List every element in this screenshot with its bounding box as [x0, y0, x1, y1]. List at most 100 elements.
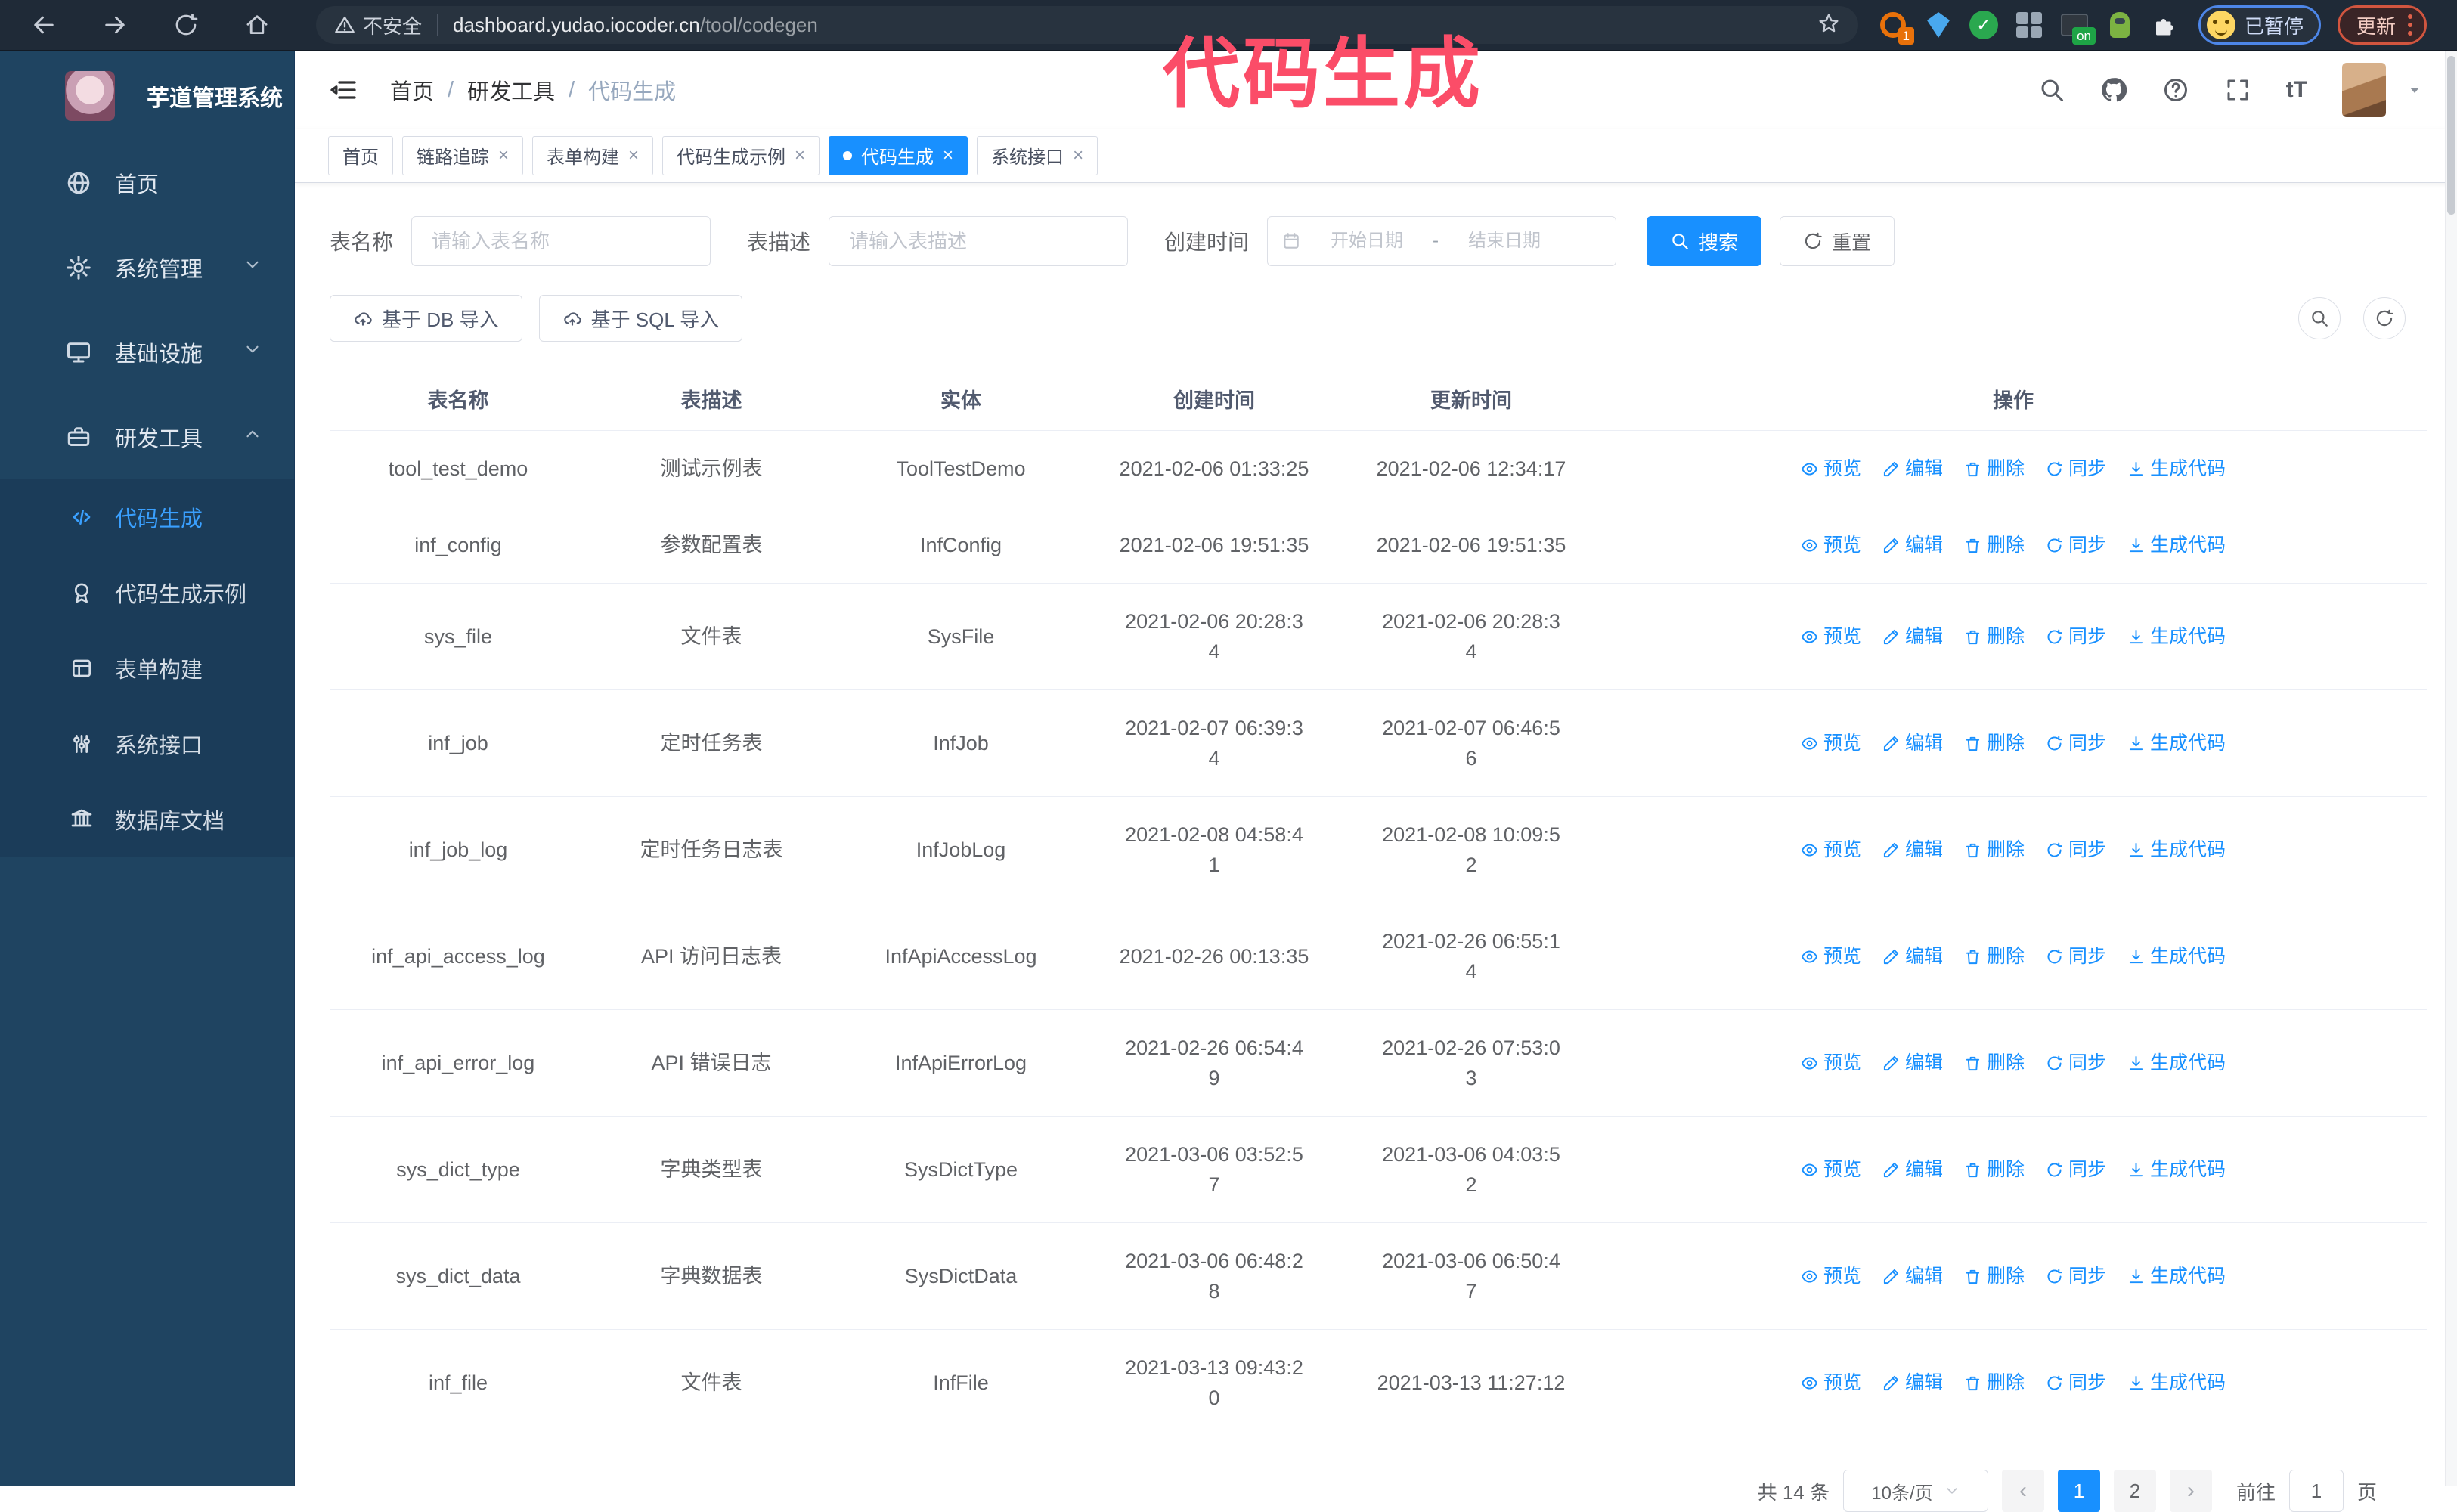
goto-page-input[interactable]: [2289, 1470, 2344, 1512]
sync-link[interactable]: 同步: [2046, 530, 2106, 560]
preview-link[interactable]: 预览: [1801, 728, 1861, 758]
preview-link[interactable]: 预览: [1801, 1368, 1861, 1398]
preview-link[interactable]: 预览: [1801, 1154, 1861, 1185]
preview-link[interactable]: 预览: [1801, 530, 1861, 560]
table-desc-input[interactable]: [829, 216, 1128, 266]
reload-icon[interactable]: [169, 8, 203, 42]
close-icon[interactable]: ×: [498, 147, 509, 165]
prev-page-button[interactable]: ‹: [2002, 1470, 2044, 1512]
generate-code-link[interactable]: 生成代码: [2127, 728, 2226, 758]
edit-link[interactable]: 编辑: [1882, 454, 1943, 484]
close-icon[interactable]: ×: [1073, 147, 1083, 165]
generate-code-link[interactable]: 生成代码: [2127, 1368, 2226, 1398]
start-date-input[interactable]: [1310, 231, 1424, 252]
generate-code-link[interactable]: 生成代码: [2127, 835, 2226, 865]
generate-code-link[interactable]: 生成代码: [2127, 1154, 2226, 1185]
toggle-search-button[interactable]: [2298, 297, 2341, 339]
search-button[interactable]: 搜索: [1647, 216, 1761, 266]
extension-alien-icon[interactable]: [2105, 10, 2135, 40]
page-scrollbar[interactable]: [2445, 51, 2457, 1486]
delete-link[interactable]: 删除: [1964, 1261, 2025, 1291]
sync-link[interactable]: 同步: [2046, 835, 2106, 865]
edit-link[interactable]: 编辑: [1882, 835, 1943, 865]
tab-form-builder[interactable]: 表单构建×: [532, 136, 653, 175]
page-button-2[interactable]: 2: [2114, 1470, 2156, 1512]
reset-button[interactable]: 重置: [1780, 216, 1895, 266]
edit-link[interactable]: 编辑: [1882, 1261, 1943, 1291]
extension-on-icon[interactable]: on: [2059, 10, 2090, 40]
home-icon[interactable]: [240, 8, 274, 42]
edit-link[interactable]: 编辑: [1882, 530, 1943, 560]
breadcrumb-home[interactable]: 首页: [390, 74, 434, 106]
collapse-menu-icon[interactable]: [328, 75, 358, 105]
preview-link[interactable]: 预览: [1801, 1261, 1861, 1291]
table-name-input[interactable]: [411, 216, 711, 266]
extensions-puzzle-icon[interactable]: [2150, 10, 2180, 40]
sidebar-item-codegen[interactable]: 代码生成: [0, 479, 294, 555]
sync-link[interactable]: 同步: [2046, 454, 2106, 484]
date-range-picker[interactable]: -: [1267, 216, 1616, 266]
sync-link[interactable]: 同步: [2046, 1154, 2106, 1185]
delete-link[interactable]: 删除: [1964, 941, 2025, 971]
end-date-input[interactable]: [1448, 231, 1561, 252]
profile-chip[interactable]: 已暂停: [2198, 5, 2321, 45]
close-icon[interactable]: ×: [628, 147, 639, 165]
generate-code-link[interactable]: 生成代码: [2127, 530, 2226, 560]
sync-link[interactable]: 同步: [2046, 728, 2106, 758]
delete-link[interactable]: 删除: [1964, 621, 2025, 652]
sync-link[interactable]: 同步: [2046, 1048, 2106, 1078]
bookmark-star-icon[interactable]: [1817, 12, 1840, 39]
sidebar-item-home[interactable]: 首页: [0, 141, 294, 225]
back-icon[interactable]: [27, 8, 60, 42]
scrollbar-thumb[interactable]: [2447, 56, 2455, 215]
sidebar-item-system-api[interactable]: 系统接口: [0, 706, 294, 782]
extension-grid-icon[interactable]: [2014, 10, 2044, 40]
sync-link[interactable]: 同步: [2046, 1368, 2106, 1398]
preview-link[interactable]: 预览: [1801, 621, 1861, 652]
font-size-icon[interactable]: tT: [2286, 77, 2307, 103]
sidebar-item-system[interactable]: 系统管理: [0, 225, 294, 310]
next-page-button[interactable]: ›: [2170, 1470, 2212, 1512]
caret-down-icon[interactable]: [2406, 81, 2424, 99]
tab-trace[interactable]: 链路追踪×: [402, 136, 523, 175]
tab-home[interactable]: 首页: [328, 136, 393, 175]
app-logo-row[interactable]: 芋道管理系统: [0, 51, 294, 141]
refresh-table-button[interactable]: [2363, 297, 2406, 339]
help-icon[interactable]: [2162, 76, 2189, 104]
delete-link[interactable]: 删除: [1964, 1154, 2025, 1185]
forward-icon[interactable]: [98, 8, 132, 42]
delete-link[interactable]: 删除: [1964, 1368, 2025, 1398]
preview-link[interactable]: 预览: [1801, 454, 1861, 484]
sidebar-item-infra[interactable]: 基础设施: [0, 310, 294, 395]
sync-link[interactable]: 同步: [2046, 1261, 2106, 1291]
site-security[interactable]: 不安全: [334, 11, 422, 39]
delete-link[interactable]: 删除: [1964, 530, 2025, 560]
delete-link[interactable]: 删除: [1964, 835, 2025, 865]
page-button-1[interactable]: 1: [2058, 1470, 2100, 1512]
sync-link[interactable]: 同步: [2046, 621, 2106, 652]
generate-code-link[interactable]: 生成代码: [2127, 621, 2226, 652]
generate-code-link[interactable]: 生成代码: [2127, 454, 2226, 484]
address-bar[interactable]: 不安全 dashboard.yudao.iocoder.cn/tool/code…: [316, 6, 1858, 44]
preview-link[interactable]: 预览: [1801, 835, 1861, 865]
edit-link[interactable]: 编辑: [1882, 941, 1943, 971]
fullscreen-icon[interactable]: [2224, 76, 2251, 104]
tab-system-api[interactable]: 系统接口×: [977, 136, 1098, 175]
generate-code-link[interactable]: 生成代码: [2127, 1048, 2226, 1078]
import-db-button[interactable]: 基于 DB 导入: [330, 295, 522, 342]
delete-link[interactable]: 删除: [1964, 728, 2025, 758]
close-icon[interactable]: ×: [943, 147, 953, 165]
import-sql-button[interactable]: 基于 SQL 导入: [539, 295, 743, 342]
breadcrumb-devtools[interactable]: 研发工具: [467, 74, 555, 106]
generate-code-link[interactable]: 生成代码: [2127, 941, 2226, 971]
sidebar-item-form-builder[interactable]: 表单构建: [0, 631, 294, 706]
github-icon[interactable]: [2100, 76, 2127, 104]
edit-link[interactable]: 编辑: [1882, 1048, 1943, 1078]
extension-gem-icon[interactable]: [1923, 10, 1954, 40]
sync-link[interactable]: 同步: [2046, 941, 2106, 971]
sidebar-item-codegen-example[interactable]: 代码生成示例: [0, 555, 294, 631]
edit-link[interactable]: 编辑: [1882, 1368, 1943, 1398]
search-icon[interactable]: [2038, 76, 2065, 104]
sidebar-item-db-doc[interactable]: 数据库文档: [0, 782, 294, 857]
delete-link[interactable]: 删除: [1964, 454, 2025, 484]
